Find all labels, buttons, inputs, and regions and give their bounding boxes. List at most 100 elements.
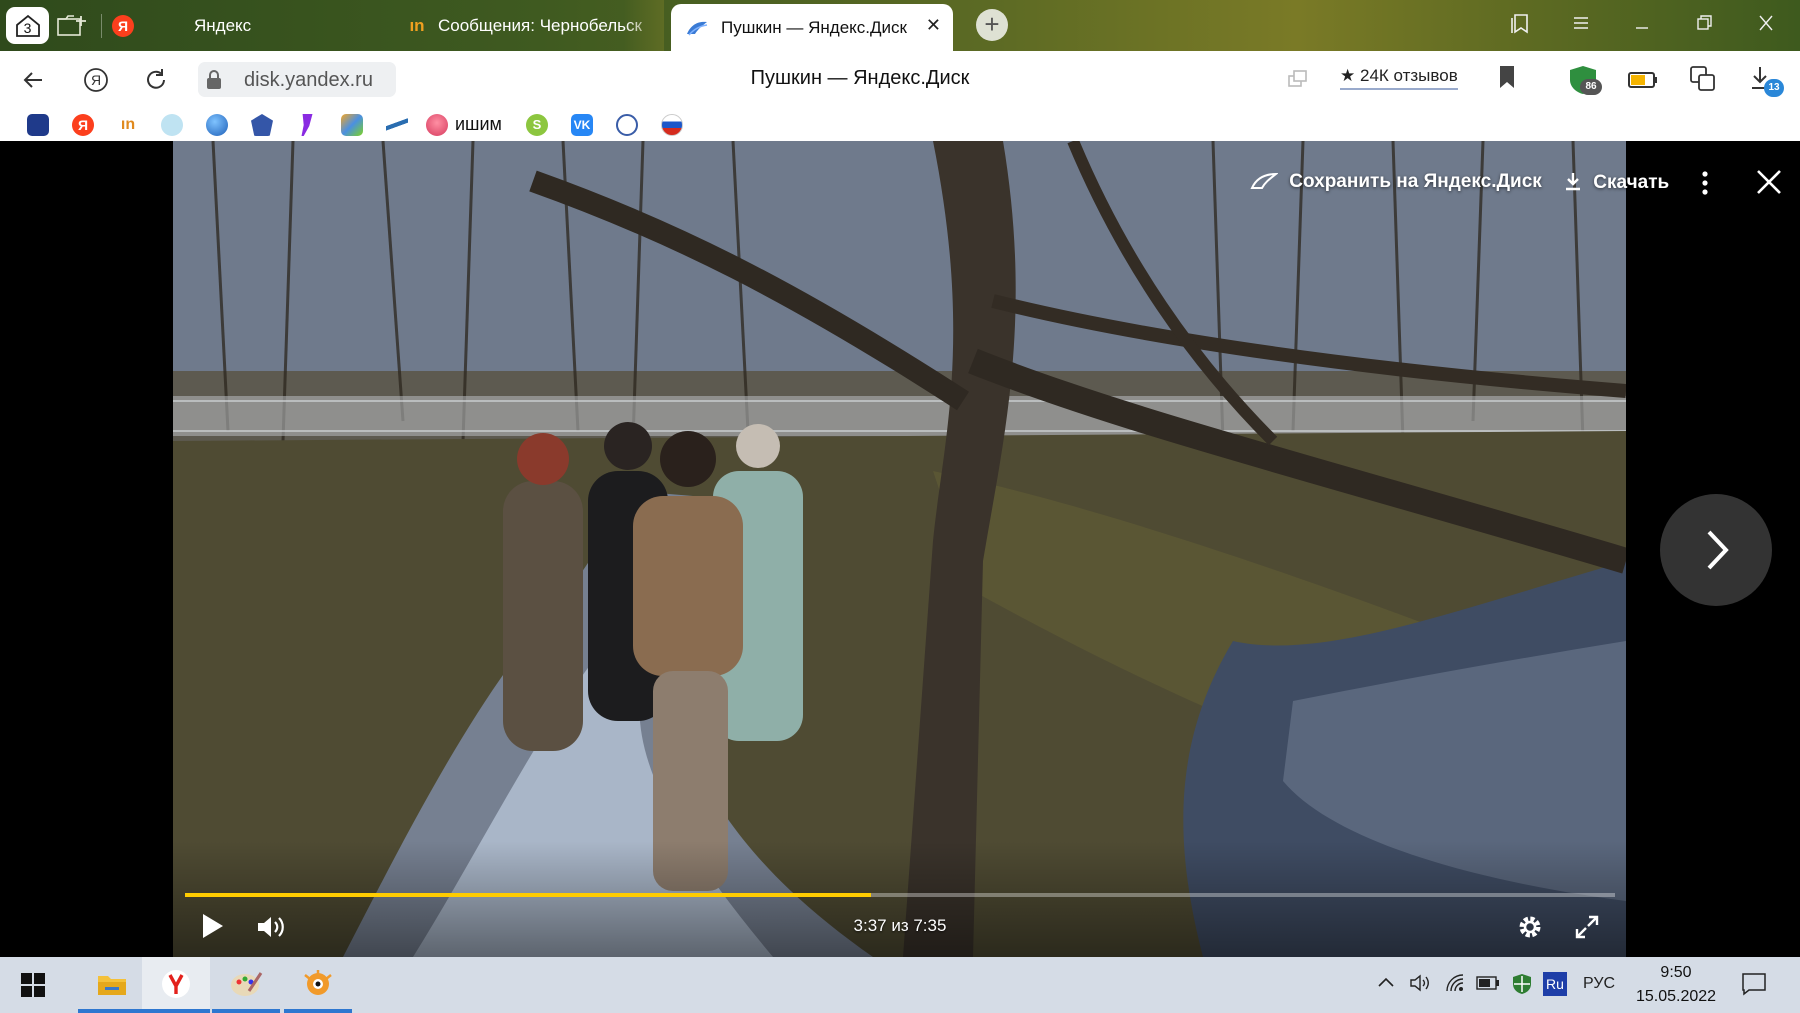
bookmark-green-icon[interactable]: S [526,114,548,136]
bookmark-ishim-icon[interactable] [426,114,448,136]
browser-tab-strip: 3 Я Яндекс ın Сообщения: Чернобельск Пуш… [0,0,1800,51]
bookmarks-bar: Я ın ишим S VK [0,109,1800,141]
tab-separator [101,14,102,38]
reviews-label: 24К отзывов [1359,66,1458,85]
bookmark-grid-icon[interactable] [341,114,363,136]
notifications-icon[interactable] [1741,972,1767,1001]
taskbar-yandex-browser[interactable] [142,957,210,1013]
bookmark-feather-icon[interactable] [301,114,313,136]
battery-saver-icon[interactable] [1626,64,1660,96]
save-to-disk-button[interactable]: Сохранить на Яндекс.Диск [1250,171,1542,196]
wifi-icon[interactable] [1444,973,1466,998]
home-icon: 3 [15,14,41,38]
bookmark-emblem-icon[interactable] [251,114,273,136]
close-tab-icon[interactable]: ✕ [926,15,941,36]
settings-gear-icon[interactable] [1515,912,1545,947]
fullscreen-icon[interactable] [1573,913,1601,946]
play-icon[interactable] [199,911,227,946]
tab-yandex-disk[interactable]: Пушкин — Яндекс.Диск ✕ [671,4,953,51]
translate-icon[interactable] [1688,64,1722,96]
clock[interactable]: 9:50 15.05.2022 [1636,961,1716,1009]
bookmark-globe-icon[interactable] [206,114,228,136]
reviews-link[interactable]: ★ 24К отзывов [1340,66,1458,90]
taskbar-app[interactable] [284,957,352,1013]
tab-messages[interactable]: ın Сообщения: Чернобельск [392,0,664,51]
folder-icon [98,976,126,995]
page-title: Пушкин — Яндекс.Диск [750,67,970,89]
tab-sharing-icon[interactable] [1284,66,1318,98]
ime-indicator[interactable]: Ru [1543,972,1567,996]
adblock-extension-icon[interactable]: 86 [1566,64,1602,96]
start-button[interactable] [0,957,66,1013]
tab-counter-button[interactable]: 3 [6,7,49,44]
clock-time: 9:50 [1660,964,1692,981]
seek-bar-played [185,893,872,897]
back-icon[interactable] [18,65,48,95]
playback-time: 3:37 из 7:35 [853,916,947,935]
close-viewer-icon[interactable] [1754,167,1784,197]
yandex-disk-icon [685,17,709,39]
chevron-right-icon [1707,530,1729,570]
battery-icon[interactable] [1476,975,1500,996]
collections-icon[interactable] [1505,12,1535,38]
bookmark-icon[interactable] [1496,64,1530,96]
clock-date: 15.05.2022 [1636,988,1717,1005]
video-frame[interactable] [173,141,1626,957]
video-viewer: Сохранить на Яндекс.Диск Скачать 3:37 из… [0,141,1800,957]
bookmark-vk-icon[interactable]: VK [571,114,593,136]
new-tab-button[interactable]: + [976,9,1008,41]
bookmark-wing-icon[interactable] [386,114,408,136]
extension-badge: 86 [1580,79,1602,95]
address-bar: Я disk.yandex.ru Пушкин — Яндекс.Диск ★ … [0,51,1800,109]
tab-yandex[interactable]: Я Яндекс [112,0,382,51]
tab-label: Пушкин — Яндекс.Диск [721,17,907,37]
disk-logo-icon [1250,172,1279,196]
star-icon: ★ [1340,66,1356,85]
new-tab-group-icon[interactable] [56,13,88,39]
tab-count: 3 [23,19,32,36]
site-logo-icon: ın [409,15,425,35]
download-icon [1564,171,1582,197]
screen: 3 Я Яндекс ın Сообщения: Чернобельск Пуш… [0,0,1800,1013]
minimize-icon[interactable] [1627,12,1657,38]
more-options-icon[interactable] [1700,169,1710,203]
bookmark-russia-flag-icon[interactable] [661,114,683,136]
save-label: Сохранить на Яндекс.Диск [1289,171,1542,192]
seek-bar[interactable] [185,893,1615,897]
reload-icon[interactable] [141,65,171,95]
video-scene [173,141,1626,957]
security-shield-icon[interactable] [1510,972,1534,1001]
download-label: Скачать [1593,172,1670,193]
yandex-logo-icon: Я [112,14,134,37]
download-button[interactable]: Скачать [1564,171,1669,197]
show-hidden-icons-chevron-icon[interactable] [1377,975,1395,994]
windows-logo-icon [21,973,45,997]
bookmark-label[interactable]: ишим [455,114,502,135]
tab-label: Сообщения: Чернобельск [438,15,642,35]
bookmark-site-icon[interactable]: ın [117,114,139,136]
downloads-badge: 13 [1764,79,1784,97]
menu-icon[interactable] [1566,12,1596,38]
lock-icon [207,70,221,89]
paint-palette-icon [231,972,263,996]
restore-icon[interactable] [1689,12,1719,38]
speaker-icon[interactable] [1409,973,1431,998]
tab-label: Яндекс [194,15,252,35]
taskbar-paint[interactable] [212,957,280,1013]
url-field[interactable]: disk.yandex.ru [198,62,396,97]
next-file-button[interactable] [1660,494,1772,606]
svg-text:Я: Я [91,72,101,88]
taskbar-file-explorer[interactable] [78,957,146,1013]
url-text: disk.yandex.ru [244,69,373,91]
yandex-button-icon[interactable]: Я [81,65,111,95]
bookmark-chart-icon[interactable] [27,114,49,136]
bookmark-weather-icon[interactable] [161,114,183,136]
language-indicator[interactable]: РУС [1583,975,1615,993]
bookmark-yandex-icon[interactable]: Я [72,114,94,136]
app-eye-icon [304,970,332,995]
close-window-icon[interactable] [1751,12,1781,38]
windows-taskbar: Ru РУС 9:50 15.05.2022 [0,957,1800,1013]
downloads-icon[interactable]: 13 [1748,64,1784,97]
bookmark-seal-icon[interactable] [616,114,638,136]
volume-icon[interactable] [255,913,287,946]
